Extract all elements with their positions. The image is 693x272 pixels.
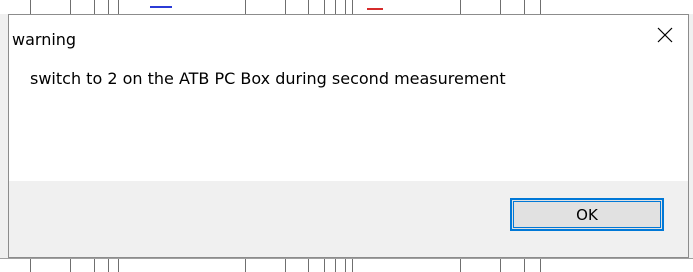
- grid-tick: [324, 0, 325, 14]
- warning-dialog: warning switch to 2 on the ATB PC Box du…: [8, 14, 689, 258]
- grid-tick: [524, 259, 525, 272]
- ok-button[interactable]: OK: [510, 198, 664, 231]
- grid-tick: [308, 0, 309, 14]
- background-plot-bottom: [0, 258, 693, 272]
- close-button[interactable]: [642, 15, 688, 55]
- background-plot-top: [0, 0, 693, 15]
- dialog-message: switch to 2 on the ATB PC Box during sec…: [30, 69, 506, 88]
- grid-tick: [245, 259, 246, 272]
- grid-tick: [500, 259, 501, 272]
- grid-tick: [30, 259, 31, 272]
- grid-tick: [285, 0, 286, 14]
- grid-tick: [460, 0, 461, 14]
- grid-tick: [94, 259, 95, 272]
- grid-tick: [352, 0, 353, 14]
- grid-tick: [345, 0, 346, 14]
- grid-tick: [118, 259, 119, 272]
- grid-tick: [335, 259, 336, 272]
- grid-tick: [70, 0, 71, 14]
- grid-tick: [352, 259, 353, 272]
- grid-tick: [524, 0, 525, 14]
- grid-tick: [108, 259, 109, 272]
- dialog-title: warning: [12, 30, 77, 49]
- grid-tick: [335, 0, 336, 14]
- dialog-footer: OK: [9, 181, 688, 257]
- dialog-titlebar[interactable]: warning: [9, 15, 688, 63]
- grid-tick: [345, 259, 346, 272]
- grid-tick: [94, 0, 95, 14]
- grid-tick: [108, 0, 109, 14]
- grid-tick: [30, 0, 31, 14]
- grid-tick: [324, 259, 325, 272]
- grid-tick: [540, 0, 541, 14]
- close-icon: [657, 27, 673, 43]
- grid-tick: [245, 0, 246, 14]
- grid-tick: [118, 0, 119, 14]
- grid-tick: [540, 259, 541, 272]
- plot-line-red: [367, 8, 383, 10]
- grid-tick: [285, 259, 286, 272]
- grid-tick: [460, 259, 461, 272]
- grid-tick: [308, 259, 309, 272]
- plot-line-blue: [150, 6, 172, 8]
- grid-tick: [500, 0, 501, 14]
- grid-tick: [70, 259, 71, 272]
